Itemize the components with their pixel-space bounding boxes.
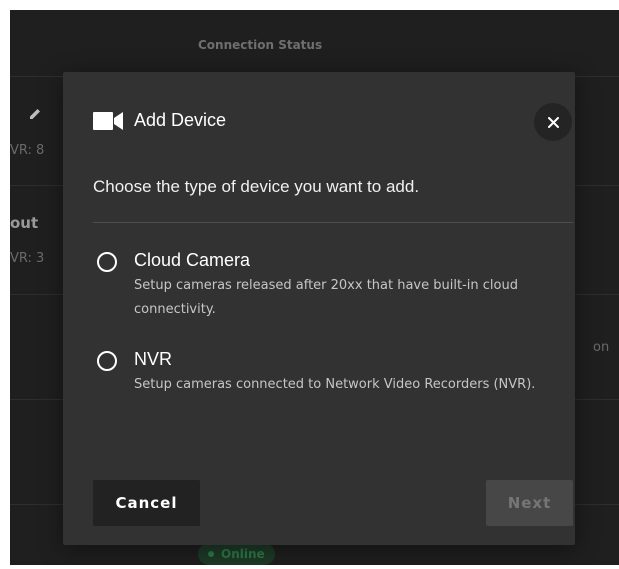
column-header-connection-status: Connection Status [198,38,323,52]
option-nvr-description: Setup cameras connected to Network Video… [134,377,536,392]
status-dot-icon [208,551,214,557]
video-camera-icon [93,111,123,130]
option-nvr-label[interactable]: NVR [134,349,172,370]
row-title: out [10,214,39,232]
status-badge: Online [198,543,275,565]
row-nvr-count: VR: 3 [10,251,45,266]
dialog-title: Add Device [134,110,227,130]
app-background: Connection Status VR: 8 out VR: 3 on Onl… [10,10,619,565]
close-icon[interactable] [547,116,559,128]
next-button[interactable]: Next [486,480,573,526]
table-header: Connection Status [10,10,619,77]
close-button[interactable] [534,103,572,141]
status-badge-label: Online [221,547,265,561]
add-device-dialog: Add Device Choose the type of device you… [63,72,575,545]
option-cloud-camera-description: Setup cameras released after 20xx that h… [134,278,518,317]
row-nvr-count: VR: 8 [10,143,45,158]
option-cloud-camera-label[interactable]: Cloud Camera [134,250,250,271]
radio-nvr[interactable] [97,351,117,371]
dialog-divider [93,222,573,223]
row-status-text: on [593,340,610,355]
cancel-button[interactable]: Cancel [93,480,200,526]
pencil-icon[interactable] [27,106,43,122]
dialog-prompt: Choose the type of device you want to ad… [93,177,420,196]
radio-cloud-camera[interactable] [97,252,117,272]
dialog-header: Add Device [93,110,226,131]
